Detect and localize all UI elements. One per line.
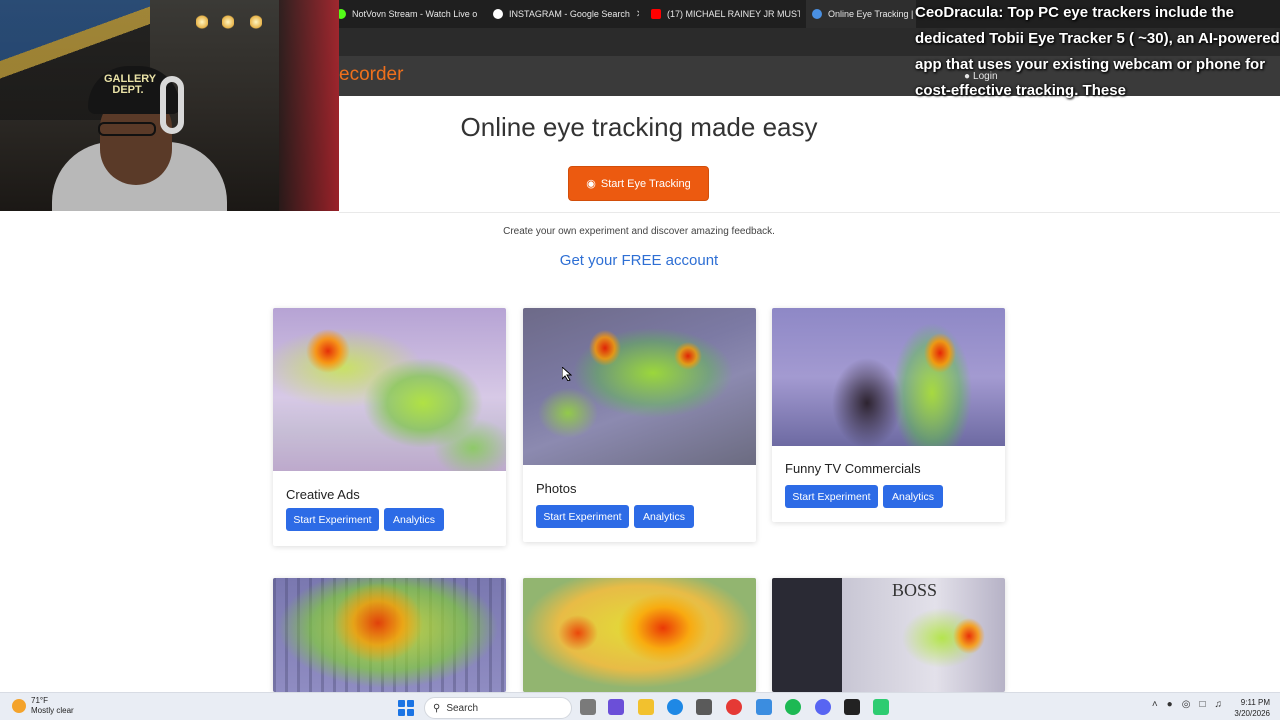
card-map xyxy=(523,578,756,692)
weather-widget[interactable]: 71°F Mostly clear xyxy=(12,696,74,716)
weather-desc: Mostly clear xyxy=(31,706,74,715)
windows-start-icon[interactable] xyxy=(398,700,414,716)
lamp-icon xyxy=(196,14,208,30)
weather-icon xyxy=(12,699,26,713)
card-creative-ads: Creative Ads Start Experiment Analytics xyxy=(273,308,506,546)
chevron-up-icon[interactable]: ˄ xyxy=(1152,699,1158,710)
site-icon xyxy=(812,9,822,19)
chat-message: CeoDracula: Top PC eye trackers include … xyxy=(915,0,1280,104)
clock[interactable]: 9:11 PM 3/20/2026 xyxy=(1234,697,1270,719)
tab-label: NotVovn Stream - Watch Live o xyxy=(352,9,478,19)
file-explorer-icon[interactable] xyxy=(638,699,654,715)
heatmap-image[interactable] xyxy=(273,578,506,692)
edge-icon[interactable] xyxy=(667,699,683,715)
store-sign: BOSS xyxy=(892,580,938,600)
hero-subtext: Create your own experiment and discover … xyxy=(503,226,775,237)
tab-label: Online Eye Tracking | We xyxy=(828,9,916,19)
card-funny-tv-commercials: Funny TV Commercials Start Experiment An… xyxy=(772,308,1005,522)
search-label: Search xyxy=(446,702,479,714)
analytics-button[interactable]: Analytics xyxy=(883,485,943,508)
youtube-icon xyxy=(651,9,661,19)
card-title: Photos xyxy=(536,481,577,496)
glasses xyxy=(98,122,156,136)
close-icon[interactable]: ✕ xyxy=(636,9,639,20)
start-experiment-button[interactable]: Start Experiment xyxy=(286,508,379,531)
headphones-icon xyxy=(160,76,184,134)
tab-kick-stream[interactable]: NotVovn Stream - Watch Live o ✕ xyxy=(330,0,480,28)
page-title: Online eye tracking made easy xyxy=(460,112,818,142)
display-icon[interactable]: □ xyxy=(1199,699,1205,710)
free-account-link[interactable]: Get your FREE account xyxy=(339,252,939,269)
start-experiment-button[interactable]: Start Experiment xyxy=(785,485,878,508)
chat-faded-text: devices are used mainly for gaming, prec… xyxy=(915,108,1231,151)
card-shelf xyxy=(273,578,506,692)
red-light-glow xyxy=(279,0,339,211)
taskbar-search[interactable]: ⚲ Search xyxy=(424,697,572,719)
capcut-icon[interactable] xyxy=(844,699,860,715)
webcam-overlay: GALLERY DEPT. xyxy=(0,0,339,211)
heatmap-image[interactable] xyxy=(772,308,1005,446)
clock-date: 3/20/2026 xyxy=(1234,709,1270,718)
tab-label: (17) MICHAEL RAINEY JR MUST xyxy=(667,9,800,19)
card-store: BOSS xyxy=(772,578,1005,692)
photos-icon[interactable] xyxy=(756,699,772,715)
start-experiment-button[interactable]: Start Experiment xyxy=(536,505,629,528)
heatmap-image[interactable] xyxy=(523,578,756,692)
divider xyxy=(339,212,1280,213)
card-photos: Photos Start Experiment Analytics xyxy=(523,308,756,542)
clock-time: 9:11 PM xyxy=(1240,698,1270,707)
lamp-icon xyxy=(250,14,262,30)
spotify-icon[interactable] xyxy=(785,699,801,715)
discord-icon[interactable] xyxy=(815,699,831,715)
tab-online-eye-tracking[interactable]: Online Eye Tracking | We xyxy=(806,0,916,28)
google-icon xyxy=(493,9,503,19)
heatmap-image[interactable] xyxy=(273,308,506,471)
start-eye-tracking-button[interactable]: ◉ Start Eye Tracking xyxy=(568,166,709,201)
eye-icon: ◉ xyxy=(586,178,596,190)
task-view-icon[interactable] xyxy=(580,699,596,715)
analytics-button[interactable]: Analytics xyxy=(634,505,694,528)
heatmap-image[interactable] xyxy=(523,308,756,465)
network-icon[interactable]: ● xyxy=(1167,699,1173,710)
site-logo[interactable]: ecorder xyxy=(339,64,403,86)
screen: NotVovn Stream - Watch Live o ✕ INSTAGRA… xyxy=(0,0,1280,720)
mouse-cursor-icon xyxy=(562,367,572,381)
mic-icon[interactable]: ◎ xyxy=(1182,699,1191,710)
search-icon: ⚲ xyxy=(433,702,441,714)
chat-username: CeoDracula: xyxy=(915,4,1004,21)
chrome-icon[interactable] xyxy=(726,699,742,715)
volume-icon[interactable]: ♫ xyxy=(1215,699,1223,710)
card-title: Funny TV Commercials xyxy=(785,461,921,476)
lamp-icon xyxy=(222,14,234,30)
start-eye-tracking-label: Start Eye Tracking xyxy=(600,177,691,190)
analytics-button[interactable]: Analytics xyxy=(384,508,444,531)
store-icon[interactable] xyxy=(696,699,712,715)
app-icon[interactable] xyxy=(873,699,889,715)
system-tray[interactable]: ˄ ● ◎ □ ♫ xyxy=(1152,699,1222,710)
copilot-icon[interactable] xyxy=(608,699,624,715)
tab-label: INSTAGRAM - Google Search xyxy=(509,9,630,19)
heatmap-image[interactable] xyxy=(772,578,1005,692)
tab-instagram-search[interactable]: INSTAGRAM - Google Search ✕ xyxy=(487,0,639,28)
cap-text: GALLERY DEPT. xyxy=(104,73,157,96)
tab-youtube[interactable]: (17) MICHAEL RAINEY JR MUST ✕ xyxy=(645,0,800,28)
card-title: Creative Ads xyxy=(286,487,360,502)
weather-temp: 71°F xyxy=(31,696,48,705)
